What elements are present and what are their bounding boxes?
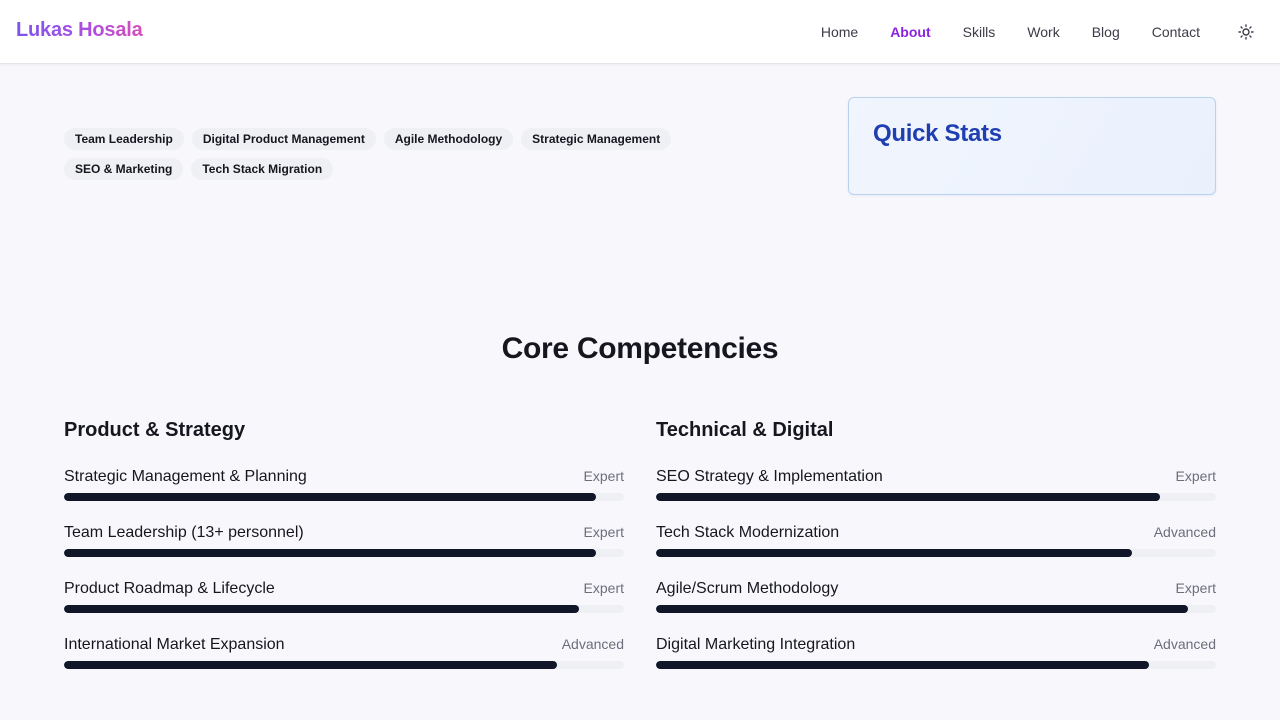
nav-skills[interactable]: Skills [947,24,1012,40]
skill-tags: Team Leadership Digital Product Manageme… [64,128,704,180]
skill-name: SEO Strategy & Implementation [656,468,883,485]
site-header: Lukas Hosala Home About Skills Work Blog… [0,0,1280,64]
skill-name: Agile/Scrum Methodology [656,580,839,597]
progress-track [656,661,1216,669]
progress-track [656,549,1216,557]
skill-level: Advanced [561,636,624,652]
competency-column-technical: Technical & Digital SEO Strategy & Imple… [656,419,1216,692]
nav-about[interactable]: About [874,24,946,40]
nav-work[interactable]: Work [1011,24,1075,40]
skill-row: SEO Strategy & Implementation Expert [656,468,1216,524]
nav-contact[interactable]: Contact [1136,24,1216,40]
tag: Digital Product Management [191,128,376,150]
progress-track [64,661,624,669]
skill-level: Advanced [1153,524,1216,540]
nav-home[interactable]: Home [805,24,874,40]
skill-row: Strategic Management & Planning Expert [64,468,624,524]
tag: Agile Methodology [383,128,514,150]
progress-fill [656,605,1188,613]
skill-row: Digital Marketing Integration Advanced [656,636,1216,692]
skill-level: Expert [1175,468,1216,484]
section-title: Core Competencies [501,332,779,365]
progress-fill [64,661,557,669]
progress-track [656,605,1216,613]
skill-name: Digital Marketing Integration [656,636,856,653]
quick-stats-title: Quick Stats [873,120,1002,147]
skill-name: Strategic Management & Planning [64,468,307,485]
sun-icon [1238,24,1254,40]
competency-column-product: Product & Strategy Strategic Management … [64,419,624,692]
skill-row: Agile/Scrum Methodology Expert [656,580,1216,636]
progress-fill [64,493,596,501]
skill-level: Expert [583,468,624,484]
progress-track [64,549,624,557]
tag: Tech Stack Migration [191,158,334,180]
skill-name: Product Roadmap & Lifecycle [64,580,275,597]
skill-level: Advanced [1153,636,1216,652]
progress-fill [656,549,1132,557]
skill-level: Expert [583,580,624,596]
nav-blog[interactable]: Blog [1076,24,1136,40]
skill-row: Team Leadership (13+ personnel) Expert [64,524,624,580]
theme-toggle-button[interactable] [1238,24,1254,40]
skill-row: Product Roadmap & Lifecycle Expert [64,580,624,636]
skill-name: International Market Expansion [64,636,285,653]
site-logo[interactable]: Lukas Hosala [16,19,143,42]
skill-level: Expert [1175,580,1216,596]
skill-name: Tech Stack Modernization [656,524,840,541]
column-title: Technical & Digital [656,419,834,441]
skill-level: Expert [583,524,624,540]
progress-track [64,605,624,613]
tag: Team Leadership [64,128,184,150]
quick-stats-card: Quick Stats [848,97,1216,195]
progress-track [656,493,1216,501]
skill-row: International Market Expansion Advanced [64,636,624,692]
progress-fill [64,605,580,613]
main-nav: Home About Skills Work Blog Contact [805,0,1216,64]
tag: SEO & Marketing [64,158,184,180]
column-title: Product & Strategy [64,419,246,441]
tag: Strategic Management [521,128,672,150]
progress-track [64,493,624,501]
progress-fill [656,661,1149,669]
skill-name: Team Leadership (13+ personnel) [64,524,304,541]
progress-fill [656,493,1160,501]
progress-fill [64,549,596,557]
skill-row: Tech Stack Modernization Advanced [656,524,1216,580]
